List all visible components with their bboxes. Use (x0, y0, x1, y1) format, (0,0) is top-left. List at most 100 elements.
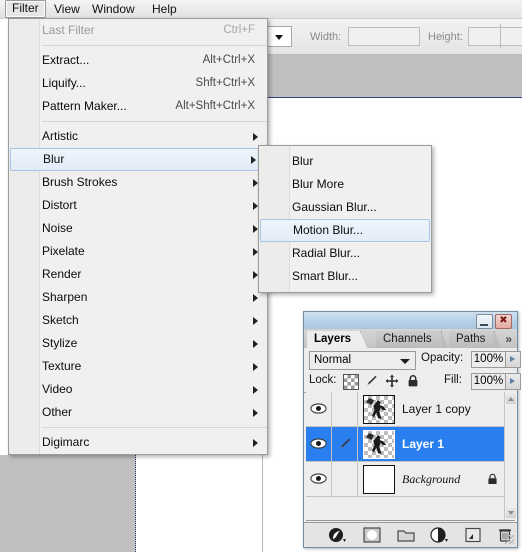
options-separator (500, 24, 501, 48)
layer-name[interactable]: Layer 1 (402, 427, 444, 461)
opacity-input[interactable]: 100% (471, 351, 506, 368)
chevron-down-icon (400, 359, 410, 364)
menu-item-label: Radial Blur... (292, 246, 361, 260)
layer-thumbnail[interactable] (363, 465, 395, 494)
scroll-down-button[interactable] (506, 508, 516, 518)
menu-help[interactable]: Help (146, 1, 183, 17)
scroll-up-button[interactable] (506, 394, 516, 404)
menu-item-sharpen[interactable]: Sharpen (9, 286, 267, 309)
menu-item-label: Last Filter (42, 23, 95, 37)
submenu-item-motion-blur[interactable]: Motion Blur... (260, 219, 430, 242)
menu-item-texture[interactable]: Texture (9, 355, 267, 378)
submenu-item-blur-more[interactable]: Blur More (259, 173, 431, 196)
menu-item-shortcut: Alt+Ctrl+X (202, 54, 255, 66)
layer-mask-icon[interactable] (362, 527, 382, 543)
menu-bar: Filter View Window Help (0, 0, 522, 19)
app-window: Width: Height: Filter View Window Help L… (0, 0, 522, 552)
layers-palette: ✖ Layers Channels Paths » Normal Opacity… (303, 311, 521, 548)
eye-icon[interactable] (310, 473, 327, 484)
menu-filter[interactable]: Filter (5, 0, 46, 18)
table-row[interactable]: Layer 1 (306, 427, 515, 462)
menu-item-video[interactable]: Video (9, 378, 267, 401)
submenu-item-blur[interactable]: Blur (259, 150, 431, 173)
submenu-arrow-icon (253, 409, 258, 417)
minimize-icon (480, 324, 488, 326)
tab-paths[interactable]: Paths (449, 331, 502, 348)
menu-item-other[interactable]: Other (9, 401, 267, 424)
transparency-lock-icon[interactable] (343, 374, 359, 390)
menu-item-blur[interactable]: Blur (10, 148, 266, 171)
minimize-button[interactable] (476, 314, 493, 329)
filter-dropdown-menu: Last Filter Ctrl+F Extract... Alt+Ctrl+X… (8, 18, 268, 455)
palette-menu-button[interactable]: » (505, 331, 512, 348)
brush-icon (337, 437, 352, 451)
menu-item-pixelate[interactable]: Pixelate (9, 240, 267, 263)
submenu-arrow-icon (253, 133, 258, 141)
width-label: Width: (310, 31, 342, 43)
visibility-cell[interactable] (306, 427, 332, 461)
blur-submenu: Blur Blur More Gaussian Blur... Motion B… (258, 145, 432, 293)
table-row[interactable]: Background (306, 462, 515, 497)
tab-channels[interactable]: Channels (376, 331, 448, 348)
blend-mode-row: Normal Opacity: 100% (304, 348, 521, 371)
triangle-down-icon (508, 511, 514, 515)
table-row[interactable]: Layer 1 copy (306, 392, 515, 427)
layer-list-scrollbar[interactable] (504, 392, 517, 520)
link-cell[interactable] (332, 392, 358, 426)
blend-mode-select[interactable]: Normal (309, 351, 416, 370)
menu-item-last-filter[interactable]: Last Filter Ctrl+F (9, 19, 267, 42)
eye-icon[interactable] (310, 403, 327, 414)
move-lock-icon[interactable] (385, 374, 399, 388)
blend-mode-value: Normal (314, 354, 352, 366)
layer-name[interactable]: Background (402, 462, 460, 496)
menu-item-digimarc[interactable]: Digimarc (9, 431, 267, 454)
thumbnail-figure (371, 435, 387, 454)
palette-title-bar[interactable]: ✖ (304, 312, 517, 330)
visibility-cell[interactable] (306, 392, 332, 426)
options-bar: Width: Height: (262, 18, 522, 55)
fill-input[interactable]: 100% (471, 373, 506, 390)
adjustment-layer-icon[interactable] (430, 527, 450, 543)
link-cell[interactable] (332, 427, 358, 461)
eye-icon[interactable] (310, 438, 327, 449)
layer-style-icon[interactable] (328, 527, 348, 543)
menu-item-label: Pattern Maker... (42, 99, 127, 113)
menu-item-label: Texture (42, 359, 82, 373)
menu-item-stylize[interactable]: Stylize (9, 332, 267, 355)
menu-window[interactable]: Window (86, 1, 141, 17)
thumbnail-figure (371, 400, 387, 419)
menu-item-shortcut: Alt+Shft+Ctrl+X (175, 100, 255, 112)
width-input[interactable] (348, 27, 420, 46)
submenu-item-smart-blur[interactable]: Smart Blur... (259, 265, 431, 288)
menu-item-distort[interactable]: Distort (9, 194, 267, 217)
submenu-arrow-icon (253, 439, 258, 447)
menu-item-artistic[interactable]: Artistic (9, 125, 267, 148)
menu-item-noise[interactable]: Noise (9, 217, 267, 240)
menu-item-sketch[interactable]: Sketch (9, 309, 267, 332)
menu-item-brush-strokes[interactable]: Brush Strokes (9, 171, 267, 194)
layer-name[interactable]: Layer 1 copy (402, 392, 471, 426)
menu-item-render[interactable]: Render (9, 263, 267, 286)
tab-layers[interactable]: Layers (307, 331, 368, 348)
tool-preset-dropdown[interactable] (266, 26, 292, 47)
opacity-label: Opacity: (421, 352, 464, 364)
visibility-cell[interactable] (306, 462, 332, 496)
layer-thumbnail[interactable] (362, 429, 396, 460)
link-cell[interactable] (332, 462, 358, 496)
new-group-icon[interactable] (396, 527, 416, 543)
layer-thumbnail[interactable] (363, 395, 395, 424)
close-button[interactable]: ✖ (495, 314, 512, 329)
opacity-slider-button[interactable] (505, 351, 521, 368)
menu-item-liquify[interactable]: Liquify... Shft+Ctrl+X (9, 72, 267, 95)
menu-item-pattern-maker[interactable]: Pattern Maker... Alt+Shft+Ctrl+X (9, 95, 267, 118)
paint-lock-icon[interactable] (364, 374, 378, 388)
new-layer-icon[interactable] (464, 527, 482, 543)
fill-slider-button[interactable] (505, 373, 521, 390)
submenu-item-gaussian-blur[interactable]: Gaussian Blur... (259, 196, 431, 219)
menu-view[interactable]: View (48, 1, 86, 17)
submenu-item-radial-blur[interactable]: Radial Blur... (259, 242, 431, 265)
all-lock-icon[interactable] (406, 374, 420, 388)
menu-item-extract[interactable]: Extract... Alt+Ctrl+X (9, 49, 267, 72)
resize-grip[interactable] (505, 535, 514, 544)
height-input[interactable] (468, 27, 522, 46)
